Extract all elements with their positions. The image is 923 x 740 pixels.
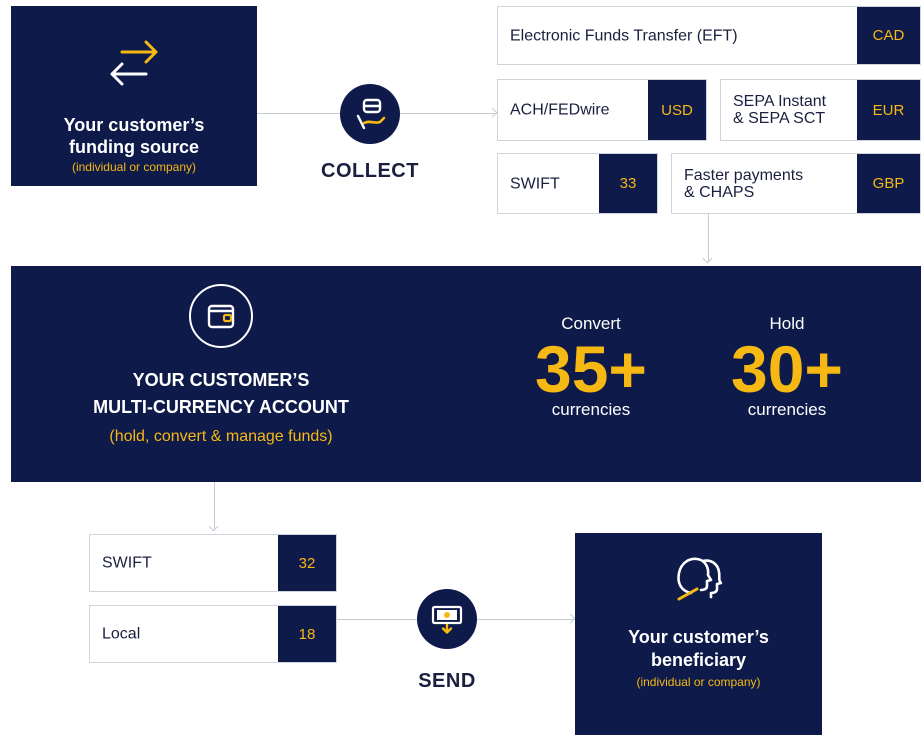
collect-label: COLLECT [321,160,419,182]
send-label: SEND [418,670,476,692]
method-name: SWIFT [102,554,152,572]
method-name-line2: & CHAPS [684,183,755,201]
method-name: SEPA Instant & SEPA SCT [733,93,826,127]
method-name: SWIFT [510,175,560,192]
currency-badge: GBP [857,154,920,213]
collect-method-swift: SWIFT 33 [497,153,658,214]
source-title-line1: Your customer’s [63,115,205,135]
stat-label: Hold [769,314,805,333]
method-name: Electronic Funds Transfer (EFT) [510,27,738,44]
collect-method-ach: ACH/FEDwire USD [497,79,707,141]
banknote-down-icon [417,589,477,649]
wallet-icon [189,284,253,348]
method-name-line1: SEPA Instant [733,93,827,110]
stat-value: 30+ [731,332,843,406]
arrow-head [565,613,576,624]
currency-badge: USD [648,80,706,140]
collect-method-eft: Electronic Funds Transfer (EFT) CAD [497,6,921,65]
send-method-swift: SWIFT 32 [89,534,337,592]
account-title-line1: YOUR CUSTOMER’S [132,370,310,390]
beneficiary-box: Your customer’s beneficiary (individual … [575,533,822,735]
account-subtitle: (hold, convert & manage funds) [109,428,333,445]
arrow-head [702,253,713,264]
count-badge: 33 [599,154,657,213]
currency-badge: EUR [857,80,920,140]
send-method-local: Local 18 [89,605,337,663]
source-title-line2: funding source [69,137,199,157]
stat-label: Convert [561,314,621,333]
count-badge: 32 [278,535,336,591]
source-subtitle: (individual or company) [71,160,197,174]
funding-source-box: Your customer’s funding source (individu… [11,6,257,186]
method-name-line2: & SEPA SCT [733,110,826,127]
people-heads-icon [667,549,731,613]
stat-convert: Convert 35+ currencies [511,314,671,420]
stat-value: 35+ [535,332,647,406]
hand-card-icon [340,84,400,144]
beneficiary-title-line2: beneficiary [650,650,747,670]
method-name-line1: Faster payments [684,166,804,184]
collect-method-sepa: SEPA Instant & SEPA SCT EUR [720,79,921,141]
beneficiary-title-line1: Your customer’s [628,627,769,647]
beneficiary-subtitle: (individual or company) [636,675,761,689]
account-title-line2: MULTI-CURRENCY ACCOUNT [93,397,349,417]
collect-method-faster-payments: Faster payments & CHAPS GBP [671,153,921,214]
method-name: Local [102,625,141,643]
transfer-arrows-icon [104,34,164,94]
method-name: Faster payments & CHAPS [684,167,803,201]
arrow-head [487,107,498,118]
count-badge: 18 [278,606,336,662]
method-name: ACH/FEDwire [510,101,610,119]
stat-hold: Hold 30+ currencies [707,314,867,420]
arrow-head [208,521,219,532]
multi-currency-account-band: YOUR CUSTOMER’S MULTI-CURRENCY ACCOUNT (… [11,266,921,482]
currency-badge: CAD [857,7,920,64]
